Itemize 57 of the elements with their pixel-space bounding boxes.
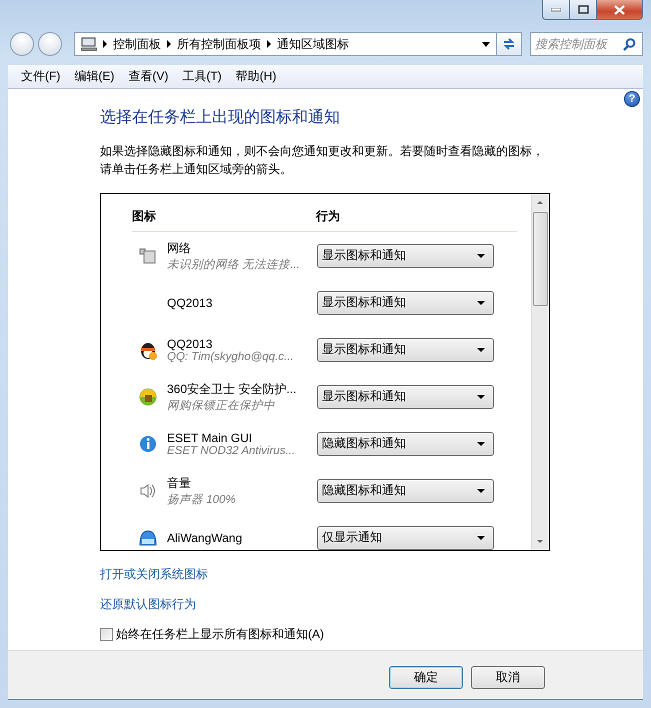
address-bar[interactable]: 控制面板 所有控制面板项 通知区域图标 <box>74 32 497 56</box>
close-icon <box>614 4 625 14</box>
network-icon <box>138 246 158 266</box>
app-status: ESET NOD32 Antivirus... <box>167 444 296 456</box>
scrollbar[interactable] <box>531 194 549 550</box>
app-status: QQ: Tim(skygho@qq.c... <box>167 350 295 362</box>
app-status: 网购保镖正在保护中 <box>167 398 276 412</box>
maximize-icon <box>578 5 588 14</box>
back-button[interactable] <box>10 32 34 56</box>
behavior-dropdown[interactable]: 隐藏图标和通知 <box>317 478 494 502</box>
close-button[interactable] <box>596 0 643 20</box>
computer-icon <box>81 37 97 51</box>
checkbox-label: 始终在任务栏上显示所有图标和通知(A) <box>116 626 324 643</box>
app-name: AliWangWang <box>167 530 244 544</box>
app-name: 音量 <box>167 474 192 492</box>
behavior-dropdown[interactable]: 显示图标和通知 <box>317 338 494 362</box>
checkbox[interactable] <box>100 628 113 641</box>
behavior-dropdown[interactable]: 显示图标和通知 <box>317 384 494 408</box>
app-name: 360安全卫士 安全防护... <box>167 380 298 398</box>
breadcrumb[interactable]: 所有控制面板项 <box>177 36 261 52</box>
cancel-button[interactable]: 取消 <box>471 666 545 689</box>
shield-icon <box>138 386 158 406</box>
menu-item[interactable]: 编辑(E) <box>67 66 122 87</box>
ok-button[interactable]: 确定 <box>389 666 463 689</box>
page-heading: 选择在任务栏上出现的图标和通知 <box>100 108 341 128</box>
dropdown-arrow-icon[interactable] <box>482 42 490 46</box>
app-name: ESET Main GUI <box>167 430 254 444</box>
info-icon <box>138 434 158 454</box>
maximize-button[interactable] <box>569 0 596 20</box>
forward-button[interactable] <box>38 32 62 56</box>
breadcrumb[interactable]: 通知区域图标 <box>277 36 349 52</box>
search-field[interactable]: 搜索控制面板 <box>530 32 643 56</box>
description-text: 如果选择隐藏图标和通知，则不会向您通知更改和更新。若要随时查看隐藏的图标，请单击任务栏上通知区域旁的箭头。 <box>100 143 545 178</box>
refresh-button[interactable] <box>496 32 522 56</box>
link[interactable]: 打开或关闭系统图标 <box>100 566 208 583</box>
app-status: 未识别的网络 无法连接... <box>167 258 301 272</box>
app-name: QQ2013 <box>167 296 214 310</box>
menu-item[interactable]: 帮助(H) <box>228 66 284 87</box>
column-header: 图标 <box>132 208 157 225</box>
column-header: 行为 <box>316 208 340 225</box>
minimize-button[interactable] <box>542 0 569 20</box>
app-name: 网络 <box>167 240 192 256</box>
app-name: QQ2013 <box>167 336 214 350</box>
search-icon <box>623 38 636 50</box>
behavior-dropdown[interactable]: 显示图标和通知 <box>317 290 494 314</box>
app-status: 扬声器 100% <box>167 492 237 506</box>
refresh-icon <box>502 37 516 51</box>
menu-item[interactable]: 文件(F) <box>14 66 68 87</box>
menu-item[interactable]: 查看(V) <box>121 66 176 87</box>
minimize-icon <box>551 8 561 12</box>
behavior-dropdown[interactable]: 隐藏图标和通知 <box>317 432 494 456</box>
behavior-dropdown[interactable]: 显示图标和通知 <box>317 244 494 268</box>
menu-item[interactable]: 工具(T) <box>175 66 229 87</box>
link[interactable]: 还原默认图标行为 <box>100 596 196 613</box>
breadcrumb[interactable]: 控制面板 <box>113 36 161 52</box>
behavior-dropdown[interactable]: 仅显示通知 <box>317 526 494 550</box>
chat-icon <box>138 528 158 548</box>
